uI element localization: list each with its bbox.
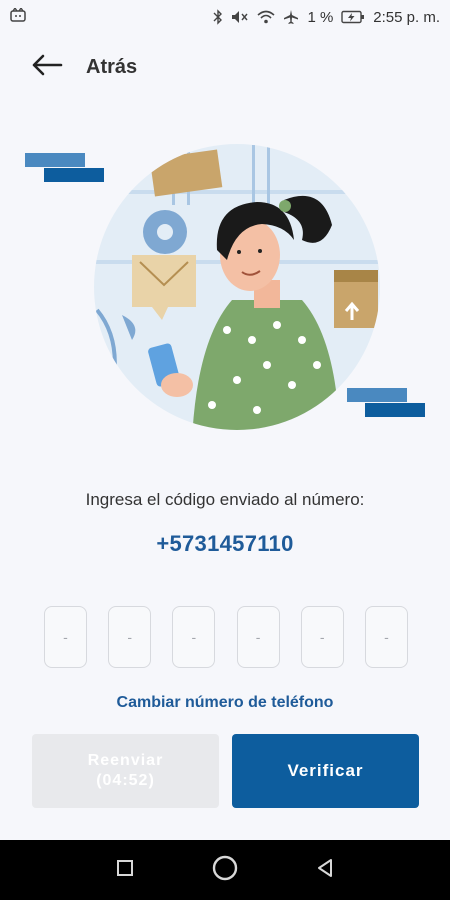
battery-percent: 1 % [307, 8, 334, 26]
otp-digit-2[interactable]: - [108, 606, 152, 668]
verify-button[interactable]: Verificar [232, 734, 419, 808]
resend-label: Reenviar [87, 752, 164, 769]
back-button[interactable] [30, 50, 64, 84]
home-button[interactable] [207, 852, 243, 888]
otp-digit-6[interactable]: - [364, 606, 408, 668]
mute-icon [231, 10, 249, 24]
otp-digit-1[interactable]: - [44, 606, 87, 668]
airplane-icon [283, 9, 299, 25]
resend-timer: (04:52) [96, 772, 155, 789]
battery-charging-icon [341, 10, 365, 24]
app-header: Atrás [0, 40, 450, 94]
square-icon [116, 859, 134, 882]
clock: 2:55 p. m. [373, 8, 440, 26]
change-phone-number-link[interactable]: Cambiar número de teléfono [0, 694, 450, 712]
triangle-back-icon [316, 858, 334, 883]
back-label: Atrás [86, 55, 138, 78]
system-navigation-bar [0, 840, 450, 900]
recents-button[interactable] [107, 852, 143, 888]
otp-code-inputs: - - - - - - [44, 606, 408, 668]
otp-digit-3[interactable]: - [172, 606, 216, 668]
circle-icon [211, 854, 239, 887]
wifi-icon [257, 10, 275, 24]
verification-prompt: Ingresa el código enviado al número: [85, 490, 365, 509]
verification-illustration [22, 140, 432, 430]
otp-digit-4[interactable]: - [236, 606, 280, 668]
notification-app-icon [10, 6, 26, 26]
phone-number: +5731457110 [156, 531, 294, 556]
otp-digit-5[interactable]: - [300, 606, 344, 668]
bluetooth-icon [213, 9, 223, 25]
arrow-left-icon [31, 54, 63, 81]
resend-button[interactable]: Reenviar (04:52) [32, 734, 219, 808]
status-bar: 1 % 2:55 p. m. [0, 0, 450, 34]
back-nav-button[interactable] [307, 852, 343, 888]
